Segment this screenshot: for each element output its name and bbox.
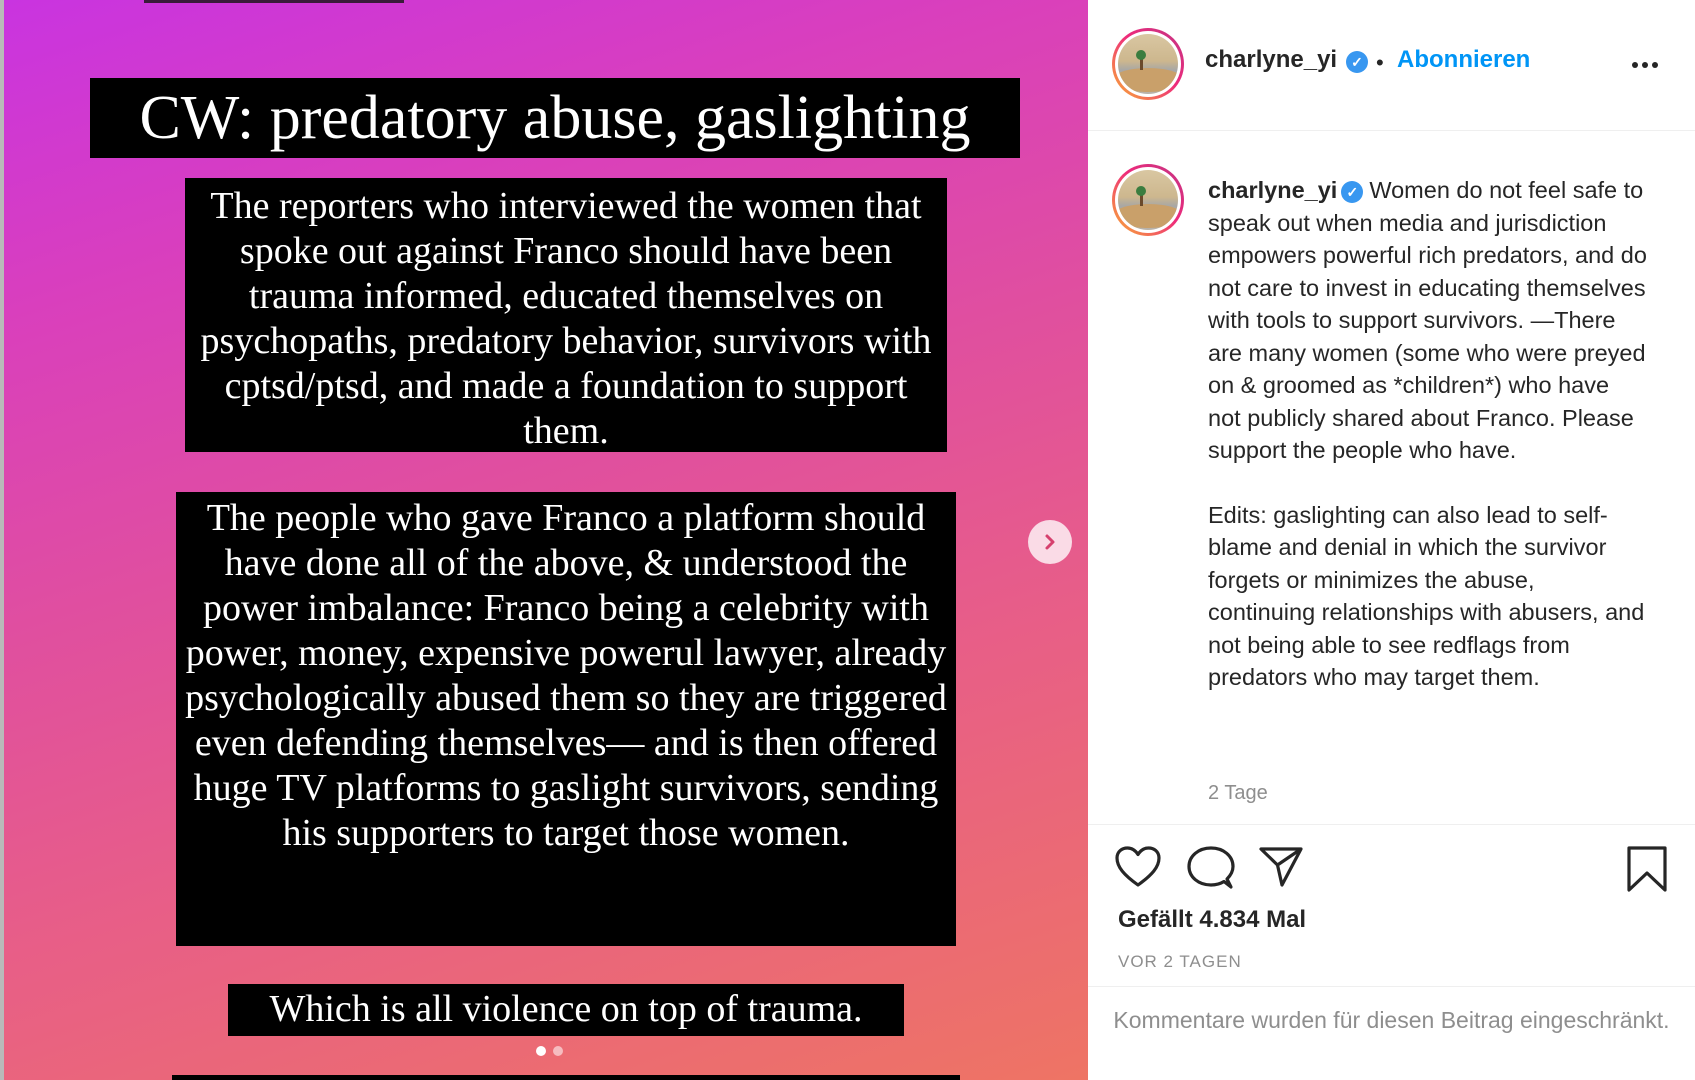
slide-next-box-edge — [172, 1075, 960, 1080]
post-sidebar: charlyne_yi ✓ • Abonnieren charlyne_yi ✓ W… — [1088, 0, 1695, 1080]
avatar-image — [1118, 34, 1178, 94]
avatar-image — [1118, 170, 1178, 230]
carousel-dot[interactable] — [553, 1046, 563, 1056]
slide-paragraph-platform: The people who gave Franco a platform sh… — [176, 492, 956, 946]
more-horizontal-icon[interactable] — [1631, 50, 1659, 70]
likes-count[interactable]: Gefällt 4.834 Mal — [1118, 906, 1306, 934]
caption-age: 2 Tage — [1208, 782, 1268, 804]
caption-username[interactable]: charlyne_yi — [1208, 177, 1337, 203]
caption-avatar[interactable] — [1112, 164, 1184, 236]
slide-paragraph-reporters: The reporters who interviewed the women … — [185, 178, 947, 452]
paper-plane-icon[interactable] — [1258, 845, 1304, 889]
actions-divider — [1088, 824, 1695, 825]
slide-paragraph-violence: Which is all violence on top of trauma. — [228, 984, 904, 1036]
content-warning-heading: CW: predatory abuse, gaslighting — [90, 78, 1020, 158]
header-separator: • — [1376, 50, 1384, 75]
story-top-border — [144, 0, 404, 3]
heart-icon[interactable] — [1114, 845, 1162, 889]
comment-icon[interactable] — [1187, 845, 1235, 891]
post-caption: charlyne_yi ✓ Women do not feel safe to sp… — [1208, 174, 1648, 694]
follow-button[interactable]: Abonnieren — [1397, 46, 1530, 74]
carousel-indicator — [536, 1046, 563, 1056]
bookmark-icon[interactable] — [1625, 845, 1669, 893]
caption-edit-text: Edits: gaslighting can also lead to self… — [1208, 501, 1645, 691]
header-divider — [1088, 130, 1695, 131]
post-media[interactable]: CW: predatory abuse, gaslighting The rep… — [0, 0, 1088, 1080]
comments-divider — [1088, 986, 1695, 987]
comments-disabled-notice: Kommentare wurden für diesen Beitrag ein… — [1113, 1007, 1670, 1033]
caption-text: Women do not feel safe to speak out when… — [1208, 177, 1647, 463]
carousel-dot-active[interactable] — [536, 1046, 546, 1056]
verified-badge-icon: ✓ — [1341, 181, 1364, 203]
header-avatar[interactable] — [1112, 28, 1184, 100]
header-username[interactable]: charlyne_yi — [1205, 46, 1337, 74]
post-date[interactable]: VOR 2 TAGEN — [1118, 952, 1242, 972]
next-slide-button[interactable] — [1028, 520, 1072, 564]
chevron-right-icon — [1045, 534, 1055, 550]
verified-badge-icon: ✓ — [1346, 51, 1368, 73]
